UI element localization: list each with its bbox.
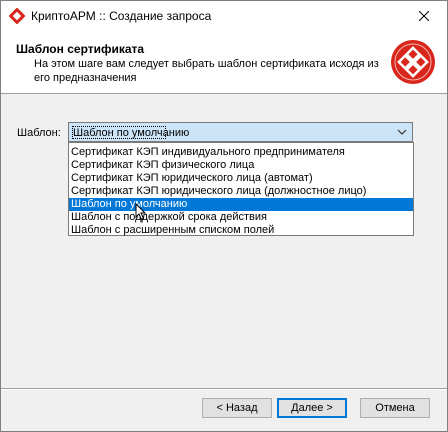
template-select[interactable]: Шаблон по умолчанию bbox=[68, 122, 413, 142]
cryptoarm-app-icon bbox=[9, 8, 25, 24]
dropdown-option[interactable]: Шаблон с расширенным списком полей bbox=[69, 224, 413, 237]
footer-divider-highlight bbox=[1, 389, 447, 390]
cancel-button[interactable]: Отмена bbox=[360, 398, 430, 418]
page-description: На этом шаге вам следует выбрать шаблон … bbox=[34, 58, 379, 84]
dropdown-option-selected[interactable]: Шаблон по умолчанию bbox=[69, 198, 413, 211]
mouse-cursor-icon bbox=[135, 202, 147, 221]
next-button[interactable]: Далее > bbox=[277, 398, 347, 418]
window-title: КриптоАРМ :: Создание запроса bbox=[31, 9, 212, 23]
template-dropdown-list: Сертификат КЭП индивидуального предприни… bbox=[68, 142, 414, 236]
cryptoarm-logo-icon bbox=[390, 39, 436, 85]
title-bar[interactable]: КриптоАРМ :: Создание запроса bbox=[1, 1, 447, 31]
page-title: Шаблон сертификата bbox=[16, 42, 145, 56]
chevron-down-icon[interactable] bbox=[395, 125, 409, 139]
template-label: Шаблон: bbox=[17, 127, 61, 139]
wizard-header: Шаблон сертификата На этом шаге вам след… bbox=[1, 31, 447, 94]
dropdown-option[interactable]: Сертификат КЭП юридического лица (должно… bbox=[69, 185, 413, 198]
back-button[interactable]: < Назад bbox=[202, 398, 272, 418]
dropdown-option[interactable]: Сертификат КЭП юридического лица (автома… bbox=[69, 172, 413, 185]
dialog-window: КриптоАРМ :: Создание запроса Шаблон сер… bbox=[0, 0, 448, 432]
close-icon[interactable] bbox=[401, 1, 447, 31]
template-selected-value: Шаблон по умолчанию bbox=[72, 126, 190, 139]
dropdown-option[interactable]: Сертификат КЭП индивидуального предприни… bbox=[69, 146, 413, 159]
dropdown-option[interactable]: Сертификат КЭП физического лица bbox=[69, 159, 413, 172]
dropdown-option[interactable]: Шаблон с поддержкой срока действия bbox=[69, 211, 413, 224]
